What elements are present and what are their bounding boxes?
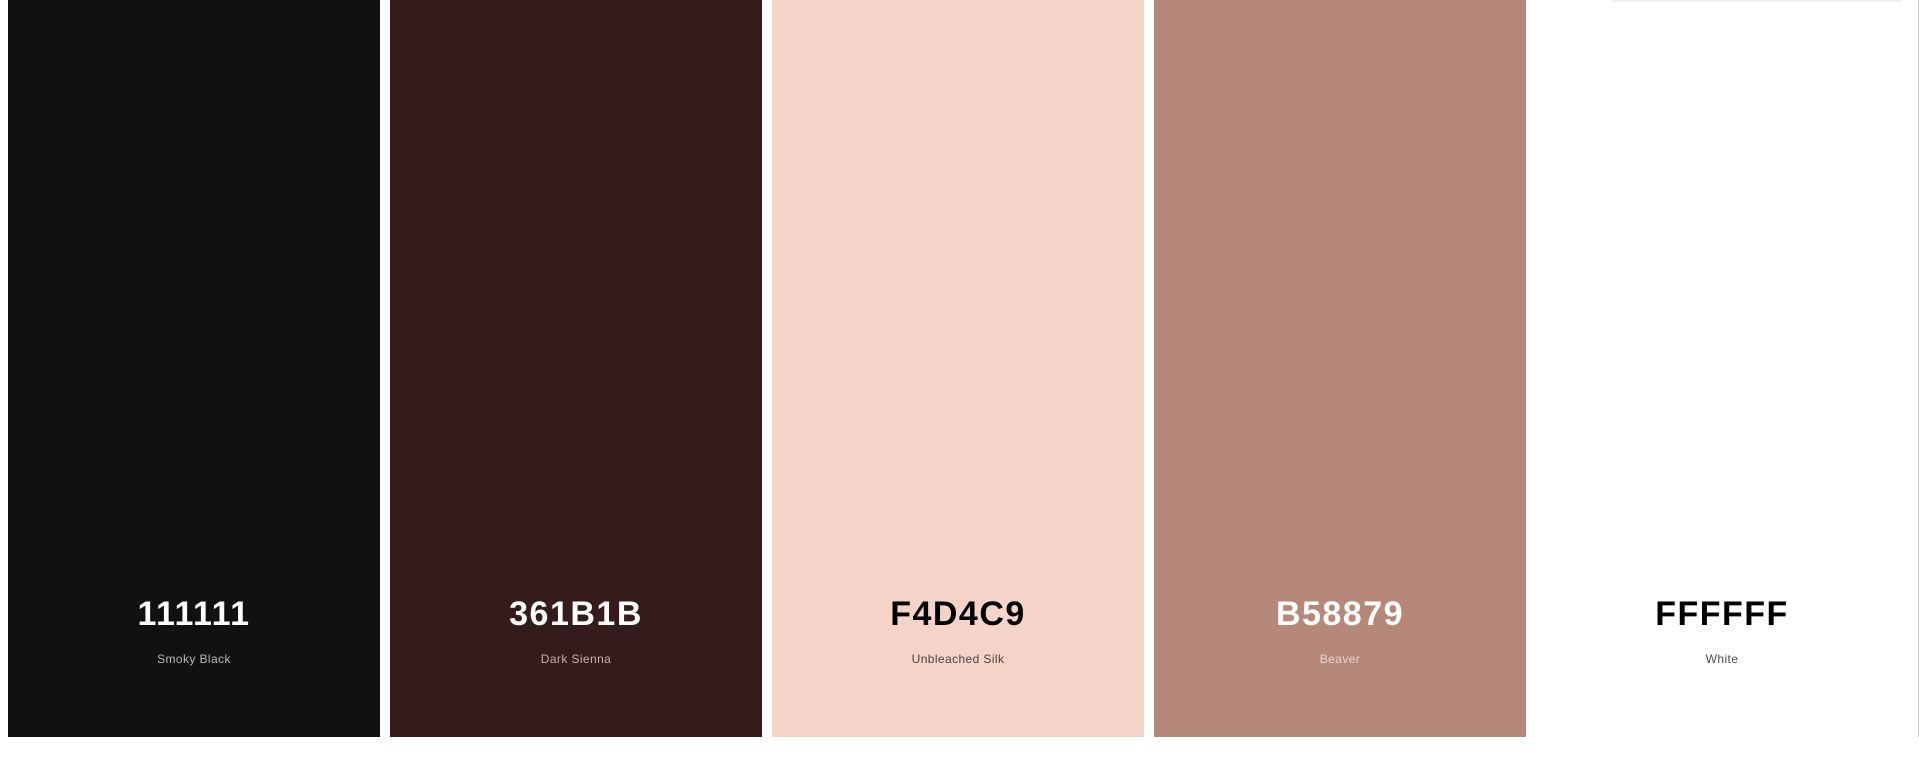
swatch-dark-sienna[interactable]: 361B1B Dark Sienna [390,0,762,737]
color-name: White [1705,652,1739,666]
color-name: Smoky Black [157,652,231,666]
hex-code[interactable]: FFFFFF [1536,595,1908,634]
hex-code[interactable]: F4D4C9 [772,595,1144,634]
color-name: Beaver [1319,652,1361,666]
swatch-beaver[interactable]: B58879 Beaver [1154,0,1526,737]
color-name: Unbleached Silk [911,652,1005,666]
hex-code[interactable]: 361B1B [390,595,762,634]
swatch-white[interactable]: FFFFFF White [1536,0,1908,737]
swatch-smoky-black[interactable]: 111111 Smoky Black [8,0,380,737]
hex-code[interactable]: 111111 [8,595,380,634]
color-name: Dark Sienna [540,652,612,666]
color-palette: 111111 Smoky Black 361B1B Dark Sienna F4… [8,0,1918,737]
hex-code[interactable]: B58879 [1154,595,1526,634]
toolbar-shadow [1612,0,1902,3]
swatch-unbleached-silk[interactable]: F4D4C9 Unbleached Silk [772,0,1144,737]
